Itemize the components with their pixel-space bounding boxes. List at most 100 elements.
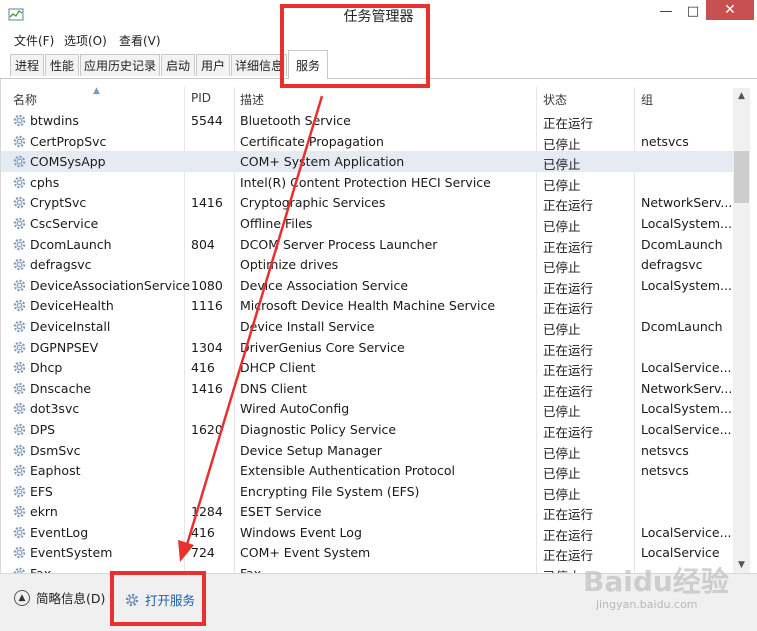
service-group: LocalSystem... xyxy=(641,401,732,417)
table-row[interactable]: CryptSvc 1416 Cryptographic Services 正在运行 Ne… xyxy=(1,192,733,213)
service-group: LocalService... xyxy=(641,421,732,437)
service-name: CryptSvc xyxy=(30,195,87,211)
service-status: 已停止 xyxy=(543,218,581,234)
service-description: Certificate Propagation xyxy=(240,133,384,149)
scroll-thumb[interactable] xyxy=(734,151,749,203)
table-row[interactable]: DeviceAssociationService 1080 Device Assoc… xyxy=(1,275,733,296)
service-name: COMSysApp xyxy=(30,154,106,170)
service-group: netsvcs xyxy=(641,133,689,149)
service-gear-icon xyxy=(12,545,27,560)
service-gear-icon xyxy=(12,278,27,293)
service-status: 已停止 xyxy=(543,404,581,420)
service-pid: 724 xyxy=(191,545,215,561)
fewer-details-label: 简略信息(D) xyxy=(36,591,106,606)
sort-up-icon: ▲ xyxy=(93,86,100,96)
service-description: COM+ System Application xyxy=(240,154,405,170)
service-description: DNS Client xyxy=(240,380,308,396)
table-row[interactable]: dot3svc Wired AutoConfig 已停止 LocalSystem... xyxy=(1,398,733,419)
service-group: LocalService... xyxy=(641,524,732,540)
table-row[interactable]: EFS Encrypting File System (EFS) 已停止 xyxy=(1,481,733,502)
column-description[interactable]: 描述 xyxy=(240,91,264,108)
service-status: 正在运行 xyxy=(543,383,594,399)
table-row[interactable]: DPS 1620 Diagnostic Policy Service 正在运行 Loca… xyxy=(1,419,733,440)
service-gear-icon xyxy=(12,340,27,355)
table-row[interactable]: DeviceHealth 1116 Microsoft Device Health … xyxy=(1,295,733,316)
service-pid: 1116 xyxy=(191,298,223,314)
tab-processes[interactable]: 进程 xyxy=(10,54,44,76)
service-status: 已停止 xyxy=(543,136,581,152)
table-row[interactable]: cphs Intel(R) Content Protection HECI Ser… xyxy=(1,172,733,193)
table-row[interactable]: Dnscache 1416 DNS Client 正在运行 NetworkServ... xyxy=(1,378,733,399)
maximize-button[interactable]: □ xyxy=(680,0,706,22)
table-row[interactable]: CscService Offline Files 已停止 LocalSystem... xyxy=(1,213,733,234)
table-row[interactable]: Dhcp 416 DHCP Client 正在运行 LocalService... xyxy=(1,357,733,378)
table-row[interactable]: COMSysApp COM+ System Application 已停止 xyxy=(1,151,733,172)
service-status: 正在运行 xyxy=(543,301,594,317)
service-group: defragsvc xyxy=(641,257,703,273)
table-row[interactable]: ekrn 1284 ESET Service 正在运行 xyxy=(1,501,733,522)
service-name: EventSystem xyxy=(30,545,113,561)
column-pid[interactable]: PID xyxy=(191,91,211,105)
service-description: Offline Files xyxy=(240,215,313,231)
column-group[interactable]: 组 xyxy=(641,91,653,108)
service-rows: btwdins 5544 Bluetooth Service 正在运行 CertProp… xyxy=(1,110,733,584)
tab-details[interactable]: 详细信息 xyxy=(231,54,287,76)
service-gear-icon xyxy=(12,154,27,169)
service-gear-icon xyxy=(12,504,27,519)
table-row[interactable]: DsmSvc Device Setup Manager 已停止 netsvcs xyxy=(1,440,733,461)
service-gear-icon xyxy=(12,195,27,210)
service-pid: 1080 xyxy=(191,277,223,293)
minimize-button[interactable]: — xyxy=(652,0,680,22)
service-gear-icon xyxy=(12,298,27,313)
table-row[interactable]: DeviceInstall Device Install Service 已停止 Dc… xyxy=(1,316,733,337)
table-row[interactable]: DGPNPSEV 1304 DriverGenius Core Service 正在运… xyxy=(1,337,733,358)
tab-app-history[interactable]: 应用历史记录 xyxy=(80,54,160,76)
table-row[interactable]: DcomLaunch 804 DCOM Server Process Launche… xyxy=(1,234,733,255)
service-status: 正在运行 xyxy=(543,116,594,131)
service-name: DeviceHealth xyxy=(30,298,114,314)
service-status: 已停止 xyxy=(543,486,581,502)
service-description: DriverGenius Core Service xyxy=(240,339,405,355)
service-gear-icon xyxy=(12,360,27,375)
service-name: EFS xyxy=(30,483,53,499)
service-group: LocalService... xyxy=(641,360,732,376)
service-status: 正在运行 xyxy=(543,198,594,214)
vertical-scrollbar[interactable]: ▲ ▼ xyxy=(733,88,750,573)
scroll-up-arrow-icon[interactable]: ▲ xyxy=(733,88,750,104)
menu-options[interactable]: 选项(O) xyxy=(64,32,107,49)
highlight-box-open-services xyxy=(110,571,206,626)
service-gear-icon xyxy=(12,484,27,499)
service-name: DsmSvc xyxy=(30,442,81,458)
tab-users[interactable]: 用户 xyxy=(196,54,230,76)
table-row[interactable]: btwdins 5544 Bluetooth Service 正在运行 xyxy=(1,110,733,131)
service-gear-icon xyxy=(12,175,27,190)
service-name: DGPNPSEV xyxy=(30,339,99,355)
tab-performance[interactable]: 性能 xyxy=(45,54,79,76)
service-description: DCOM Server Process Launcher xyxy=(240,236,438,252)
service-group: netsvcs xyxy=(641,442,689,458)
service-gear-icon xyxy=(12,134,27,149)
column-name[interactable]: 名称 xyxy=(13,91,37,108)
service-group: LocalSystem... xyxy=(641,215,732,231)
tab-startup[interactable]: 启动 xyxy=(161,54,195,76)
table-row[interactable]: Eaphost Extensible Authentication Protoco… xyxy=(1,460,733,481)
scroll-down-arrow-icon[interactable]: ▼ xyxy=(733,557,750,573)
close-button[interactable]: ✕ xyxy=(706,0,754,20)
table-row[interactable]: EventLog 416 Windows Event Log 正在运行 LocalSer… xyxy=(1,522,733,543)
column-status[interactable]: 状态 xyxy=(543,91,567,108)
service-gear-icon xyxy=(12,113,27,128)
table-row[interactable]: defragsvc Optimize drives 已停止 defragsvc xyxy=(1,254,733,275)
service-gear-icon xyxy=(12,463,27,478)
service-description: ESET Service xyxy=(240,504,322,520)
service-name: cphs xyxy=(30,174,60,190)
service-name: CscService xyxy=(30,215,99,231)
menu-file[interactable]: 文件(F) xyxy=(14,32,54,49)
service-pid: 1620 xyxy=(191,421,223,437)
service-group: netsvcs xyxy=(641,463,689,479)
watermark-url: jingyan.baidu.com xyxy=(596,598,698,611)
service-status: 正在运行 xyxy=(543,342,594,358)
menu-view[interactable]: 查看(V) xyxy=(119,32,161,49)
chevron-up-circle-icon: ▲ xyxy=(14,589,30,606)
fewer-details-button[interactable]: ▲ 简略信息(D) xyxy=(14,588,105,607)
table-row[interactable]: CertPropSvc Certificate Propagation 已停止 net… xyxy=(1,131,733,152)
